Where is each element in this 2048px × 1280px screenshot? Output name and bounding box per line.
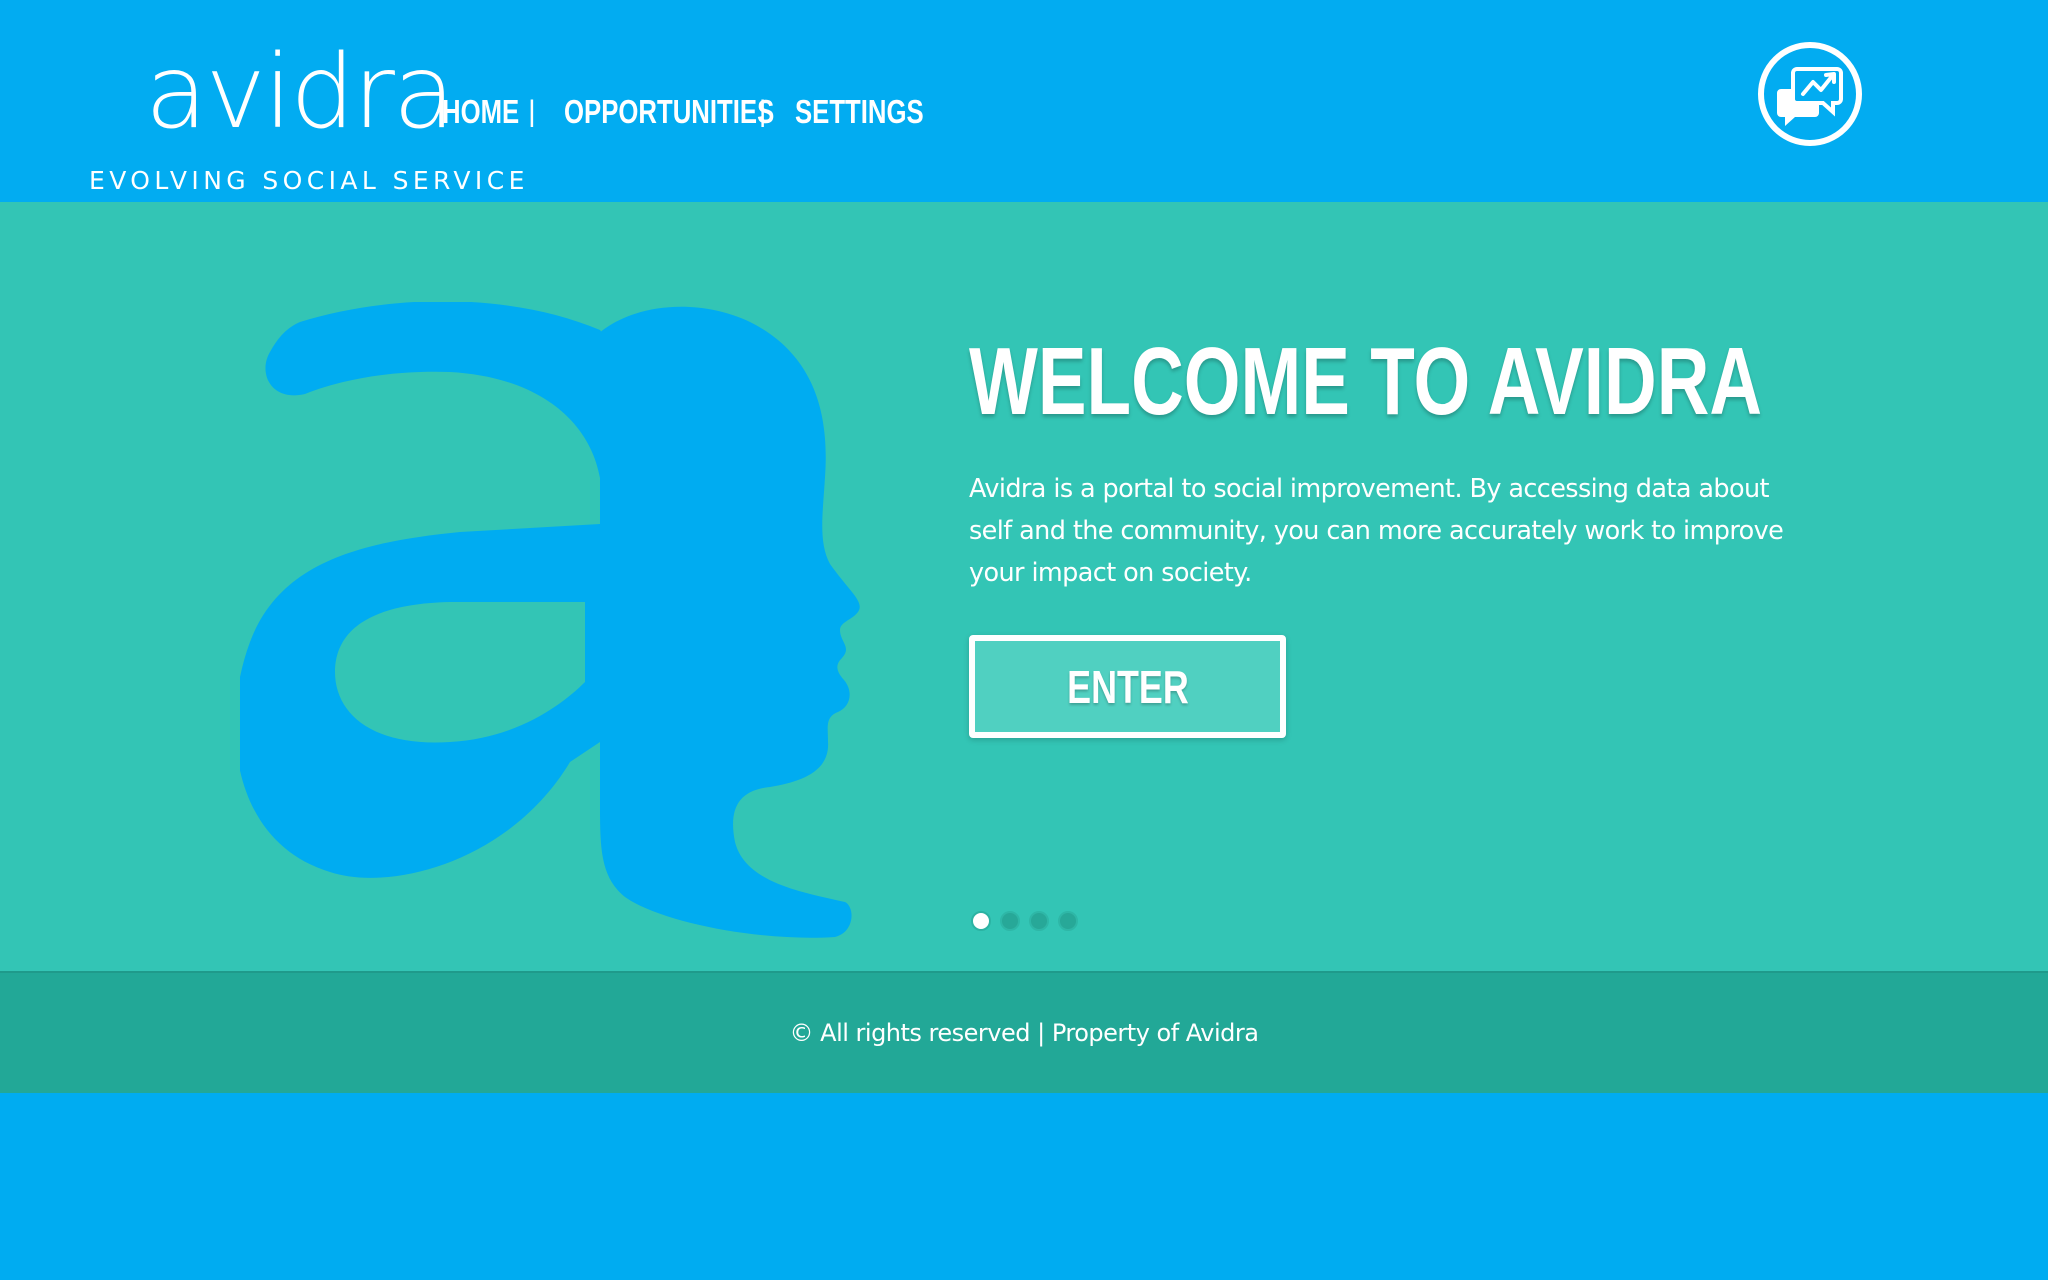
brand-logo[interactable]: avidra — [145, 42, 455, 144]
chat-bubbles-graph-icon — [1758, 42, 1862, 146]
chat-button[interactable] — [1757, 41, 1863, 147]
nav-opportunities-link[interactable]: OPPORTUNITIES — [564, 95, 774, 128]
nav-settings-link[interactable]: SETTINGS — [795, 95, 924, 128]
nav-separator: | — [528, 94, 536, 128]
enter-button-label: ENTER — [1066, 660, 1189, 713]
slide-dot-3[interactable] — [1029, 911, 1049, 931]
hero-section: WELCOME TO AVIDRA Avidra is a portal to … — [0, 202, 2048, 971]
footer-copyright: © All rights reserved | Property of Avid… — [789, 1019, 1259, 1047]
letter-a-face-profile-icon — [240, 302, 860, 938]
slide-indicators — [971, 911, 1078, 931]
hero-description: Avidra is a portal to social improvement… — [969, 474, 1784, 588]
slide-dot-1[interactable] — [971, 911, 991, 931]
nav-home-link[interactable]: HOME — [442, 95, 519, 128]
slide-dot-2[interactable] — [1000, 911, 1020, 931]
brand-tagline: EVOLVING SOCIAL SERVICE — [89, 166, 529, 195]
site-footer: © All rights reserved | Property of Avid… — [0, 971, 2048, 1093]
enter-button[interactable]: ENTER — [969, 635, 1286, 738]
hero-title: WELCOME TO AVIDRA — [969, 328, 1763, 435]
main-nav: HOME | OPPORTUNITIES | SETTINGS — [442, 94, 923, 128]
slide-dot-4[interactable] — [1058, 911, 1078, 931]
site-header: avidra EVOLVING SOCIAL SERVICE HOME | OP… — [0, 0, 2048, 202]
